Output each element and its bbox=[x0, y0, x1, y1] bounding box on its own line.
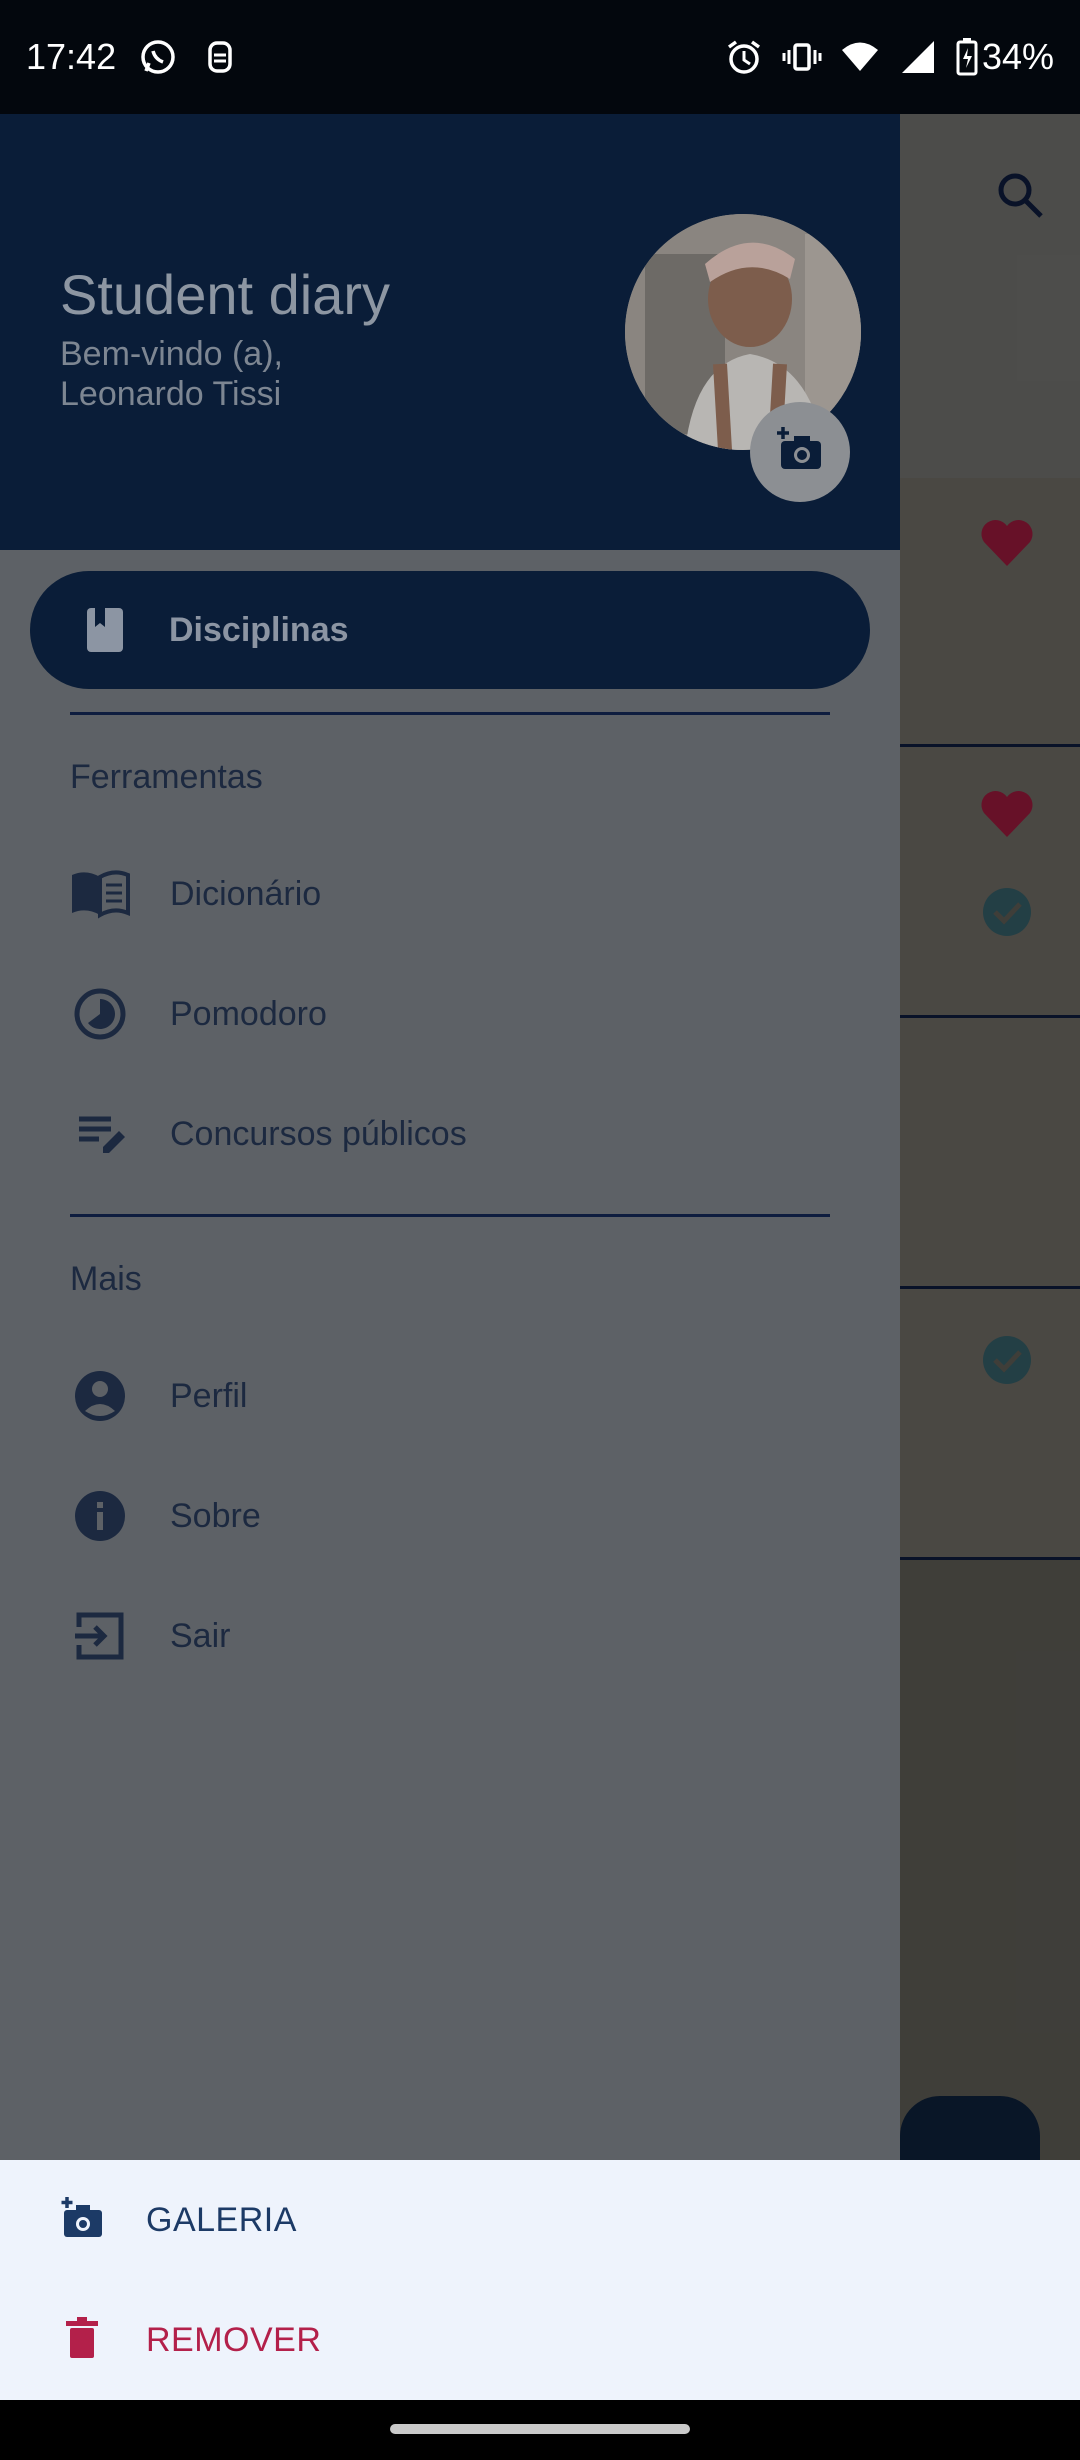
status-bar: 17:42 34% bbox=[0, 0, 1080, 114]
nav-item-sobre[interactable]: Sobre bbox=[70, 1476, 850, 1556]
wifi-icon bbox=[840, 37, 880, 77]
nav-item-label: Sair bbox=[170, 1616, 231, 1655]
edit-list-icon bbox=[70, 1104, 130, 1164]
change-photo-button[interactable] bbox=[750, 402, 850, 502]
divider bbox=[70, 712, 830, 715]
nav-item-label: Disciplinas bbox=[169, 610, 349, 649]
navigation-drawer: Student diary Bem-vindo (a), Leonardo Ti… bbox=[0, 114, 900, 2160]
section-title-ferramentas: Ferramentas bbox=[70, 758, 263, 796]
battery-percent: 34% bbox=[981, 36, 1054, 77]
exit-icon bbox=[70, 1606, 130, 1666]
dictionary-icon bbox=[70, 864, 130, 924]
gallery-option[interactable]: GALERIA bbox=[60, 2180, 297, 2260]
info-icon bbox=[70, 1486, 130, 1546]
nav-item-label: Sobre bbox=[170, 1496, 261, 1535]
photo-options-sheet: GALERIA REMOVER bbox=[0, 2160, 1080, 2400]
trash-icon bbox=[60, 2316, 104, 2365]
add-photo-icon bbox=[60, 2196, 104, 2245]
nav-item-pomodoro[interactable]: Pomodoro bbox=[70, 974, 850, 1054]
add-photo-icon bbox=[775, 425, 825, 480]
nav-item-label: Dicionário bbox=[170, 874, 322, 913]
whatsapp-icon bbox=[138, 37, 178, 77]
book-icon bbox=[75, 600, 135, 660]
gesture-handle[interactable] bbox=[390, 2424, 690, 2434]
nav-item-label: Concursos públicos bbox=[170, 1114, 467, 1153]
alarm-icon bbox=[724, 37, 764, 77]
clock: 17:42 bbox=[26, 36, 117, 77]
nav-item-sair[interactable]: Sair bbox=[70, 1596, 850, 1676]
nav-item-concursos-publicos[interactable]: Concursos públicos bbox=[70, 1094, 850, 1174]
timer-icon bbox=[70, 984, 130, 1044]
nav-item-label: Pomodoro bbox=[170, 994, 327, 1033]
section-title-mais: Mais bbox=[70, 1260, 142, 1298]
welcome-message: Bem-vindo (a), Leonardo Tissi bbox=[60, 334, 283, 414]
remove-option[interactable]: REMOVER bbox=[60, 2300, 321, 2380]
nav-item-disciplinas[interactable]: Disciplinas bbox=[30, 571, 870, 689]
battery-charging-icon bbox=[956, 37, 978, 77]
remove-label: REMOVER bbox=[146, 2320, 322, 2359]
notification-app-icon bbox=[200, 37, 240, 77]
drawer-header: Student diary Bem-vindo (a), Leonardo Ti… bbox=[0, 114, 900, 550]
vibrate-icon bbox=[782, 37, 822, 77]
user-name: Leonardo Tissi bbox=[60, 375, 282, 413]
nav-item-perfil[interactable]: Perfil bbox=[70, 1356, 850, 1436]
divider bbox=[70, 1214, 830, 1217]
signal-icon bbox=[898, 37, 938, 77]
welcome-greeting: Bem-vindo (a), bbox=[60, 335, 283, 373]
gallery-label: GALERIA bbox=[146, 2200, 297, 2239]
nav-item-label: Perfil bbox=[170, 1376, 248, 1415]
account-icon bbox=[70, 1366, 130, 1426]
nav-item-dicionario[interactable]: Dicionário bbox=[70, 854, 850, 934]
system-navigation-bar bbox=[0, 2400, 1080, 2460]
app-title: Student diary bbox=[60, 263, 390, 326]
